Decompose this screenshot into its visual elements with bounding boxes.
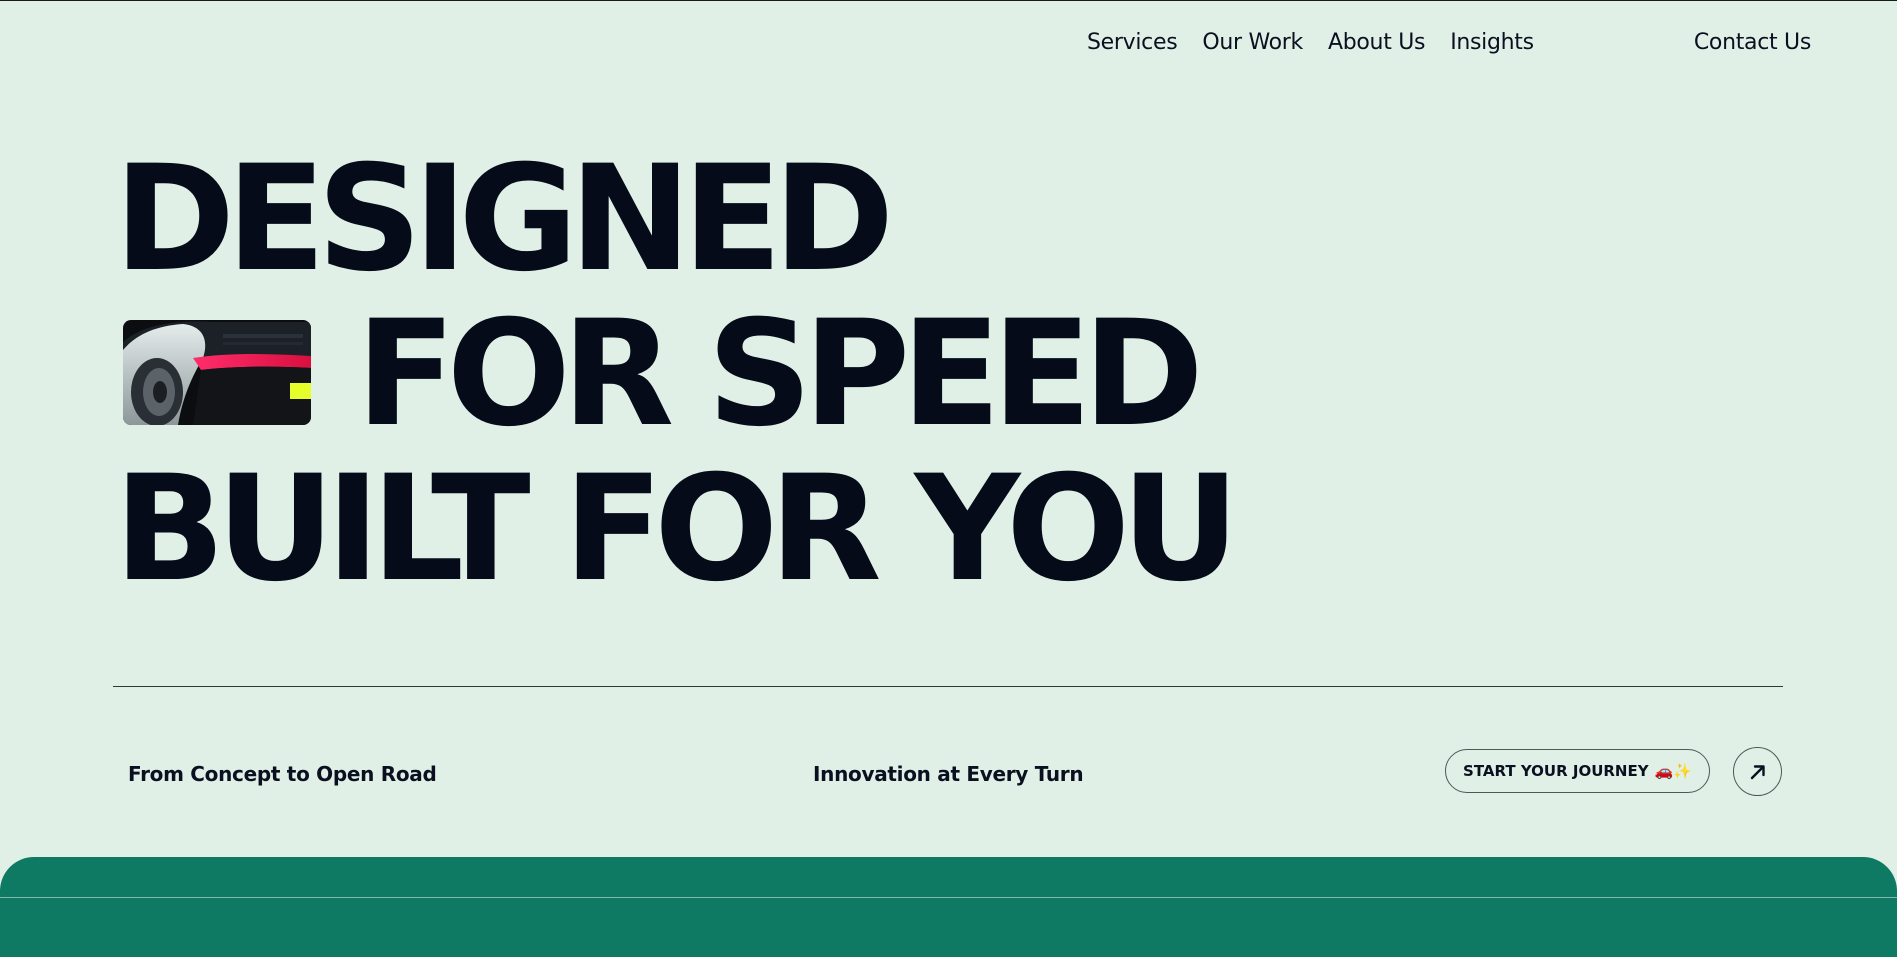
bottom-section-band [0,857,1897,957]
main-nav: Services Our Work About Us Insights [1087,30,1534,55]
hero-heading-line-2: FOR SPEED [356,289,1204,459]
bottom-band-line [0,897,1897,898]
arrow-up-right-icon [1750,764,1765,779]
tagline-center: Innovation at Every Turn [813,762,1084,786]
section-divider [113,686,1783,687]
tagline-left: From Concept to Open Road [128,762,437,786]
top-border [0,0,1897,1]
start-journey-label: START YOUR JOURNEY [1463,762,1649,780]
hero-heading-line-3: BUILT FOR YOU [114,444,1240,614]
car-sparkle-emoji: 🚗✨ [1654,762,1692,780]
start-journey-button[interactable]: START YOUR JOURNEY 🚗✨ [1445,749,1710,793]
nav-about-us[interactable]: About Us [1328,30,1426,55]
arrow-button[interactable] [1733,747,1782,796]
nav-services[interactable]: Services [1087,30,1178,55]
car-thumbnail-image [123,320,311,425]
nav-insights[interactable]: Insights [1450,30,1534,55]
nav-our-work[interactable]: Our Work [1202,30,1303,55]
hero-heading-line-1: DESIGNED [114,134,894,304]
nav-contact-us[interactable]: Contact Us [1694,30,1811,55]
